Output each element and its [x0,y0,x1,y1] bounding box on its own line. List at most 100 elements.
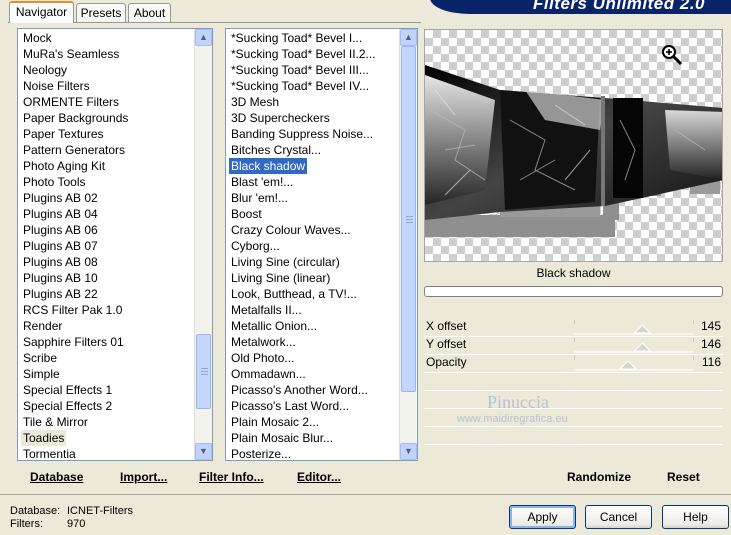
param-value: 146 [700,337,721,351]
list-item[interactable]: Tormentia [23,446,76,460]
list-item[interactable]: Scribe [23,350,57,366]
reset-button[interactable]: Reset [667,470,700,484]
randomize-button[interactable]: Randomize [567,470,631,484]
list-item[interactable]: Sapphire Filters 01 [23,334,124,350]
list-item[interactable]: Living Sine (circular) [231,254,340,270]
filter-scroll-thumb[interactable] [401,46,416,392]
import-button[interactable]: Import... [120,470,167,484]
list-item[interactable]: Noise Filters [23,78,90,94]
apply-button[interactable]: Apply [509,505,576,529]
param-slider[interactable] [573,336,695,353]
database-status-value: ICNET-Filters [67,505,133,517]
param-value: 145 [700,319,721,333]
list-item[interactable]: Blast 'em!... [231,174,293,190]
param-label: X offset [426,319,467,333]
list-item[interactable]: Special Effects 1 [23,382,112,398]
filter-scrollbar[interactable]: ▲ ▼ [399,29,417,460]
list-item[interactable]: Photo Aging Kit [23,158,105,174]
list-item[interactable]: Photo Tools [23,174,86,190]
param-slider[interactable] [573,354,695,371]
list-item[interactable]: Pattern Generators [23,142,125,158]
list-item[interactable]: Posterize... [231,446,291,460]
param-row[interactable]: Y offset 146 [424,336,723,355]
list-item[interactable]: Old Photo... [231,350,294,366]
list-item[interactable]: Plugins AB 06 [23,222,98,238]
list-item[interactable]: Toadies [21,430,67,446]
category-list[interactable]: ▲ ▼ Mock MuRa's Seamless Neology Noise Filt… [17,28,213,461]
filter-info-button[interactable]: Filter Info... [199,470,264,484]
list-item[interactable]: MuRa's Seamless [23,46,119,62]
list-item[interactable]: Plugins AB 07 [23,238,98,254]
category-scrollbar[interactable]: ▲ ▼ [194,29,212,460]
scroll-up-icon[interactable]: ▲ [195,29,212,46]
watermark-site: www.maidiregrafica.eu [457,413,568,425]
list-item[interactable]: Paper Backgrounds [23,110,128,126]
tab-navigator[interactable]: Navigator [9,1,74,23]
list-item[interactable]: Picasso's Last Word... [231,398,349,414]
filters-status-label: Filters: [10,518,43,530]
preview-pane[interactable] [424,29,723,262]
list-item[interactable]: Picasso's Another Word... [231,382,368,398]
list-item[interactable]: Black shadow [229,158,308,174]
list-item[interactable]: Plain Mosaic Blur... [231,430,333,446]
list-item[interactable]: Neology [23,62,67,78]
param-row[interactable]: Opacity 116 [424,354,723,373]
progress-bar [424,286,723,297]
list-item[interactable]: 3D Supercheckers [231,110,330,126]
list-item[interactable]: Render [23,318,62,334]
list-item[interactable]: RCS Filter Pak 1.0 [23,302,122,318]
cancel-button[interactable]: Cancel [585,505,652,529]
list-item[interactable]: Banding Suppress Noise... [231,126,373,142]
filters-status-value: 970 [67,518,86,530]
list-item[interactable]: Plugins AB 04 [23,206,98,222]
list-item[interactable]: Special Effects 2 [23,398,112,414]
watermark-name: Pinuccia [487,392,549,412]
list-item[interactable]: Ommadawn... [231,366,306,382]
list-item[interactable]: Look, Butthead, a TV!... [231,286,357,302]
list-item[interactable]: Paper Textures [23,126,104,142]
param-slider[interactable] [573,318,695,335]
list-item[interactable]: Crazy Colour Waves... [231,222,351,238]
list-item[interactable]: Living Sine (linear) [231,270,330,286]
help-button[interactable]: Help [662,505,729,529]
zoom-in-icon[interactable] [661,44,683,69]
scroll-up-icon[interactable]: ▲ [400,29,417,46]
list-item[interactable]: Cyborg... [231,238,280,254]
param-value: 116 [701,355,721,369]
list-item[interactable]: *Sucking Toad* Bevel III... [231,62,369,78]
list-item[interactable]: Metalfalls II... [231,302,302,318]
list-item[interactable]: Metalwork... [231,334,296,350]
title-banner: Filters Unlimited 2.0 [430,0,731,14]
filter-name-label: Black shadow [536,266,611,280]
database-status-label: Database: [10,505,61,517]
list-item[interactable]: *Sucking Toad* Bevel IV... [231,78,369,94]
list-item[interactable]: Simple [23,366,60,382]
filter-list[interactable]: ▲ ▼ *Sucking Toad* Bevel I... *Sucking To… [225,28,418,461]
scroll-down-icon[interactable]: ▼ [195,443,212,460]
list-item[interactable]: Mock [23,30,52,46]
list-item[interactable]: Blur 'em!... [231,190,288,206]
list-item[interactable]: Plugins AB 22 [23,286,98,302]
editor-button[interactable]: Editor... [297,470,341,484]
database-button[interactable]: Database [30,470,83,484]
app-title: Filters Unlimited 2.0 [532,0,705,13]
list-item[interactable]: Plugins AB 10 [23,270,98,286]
category-scroll-thumb[interactable] [196,334,211,409]
list-item[interactable]: ORMENTE Filters [23,94,119,110]
list-item[interactable]: Plugins AB 08 [23,254,98,270]
param-row[interactable]: X offset 145 [424,318,723,337]
tab-presets[interactable]: Presets [76,3,126,22]
list-item[interactable]: *Sucking Toad* Bevel II.2... [231,46,376,62]
scroll-down-icon[interactable]: ▼ [400,443,417,460]
param-label: Y offset [426,337,467,351]
list-item[interactable]: Plain Mosaic 2... [231,414,319,430]
list-item[interactable]: Metallic Onion... [231,318,317,334]
list-item[interactable]: Tile & Mirror [23,414,88,430]
tab-about[interactable]: About [128,3,171,22]
param-label: Opacity [426,355,467,369]
list-item[interactable]: *Sucking Toad* Bevel I... [231,30,362,46]
list-item[interactable]: Bitches Crystal... [231,142,321,158]
list-item[interactable]: 3D Mesh [231,94,279,110]
list-item[interactable]: Boost [231,206,262,222]
list-item[interactable]: Plugins AB 02 [23,190,98,206]
